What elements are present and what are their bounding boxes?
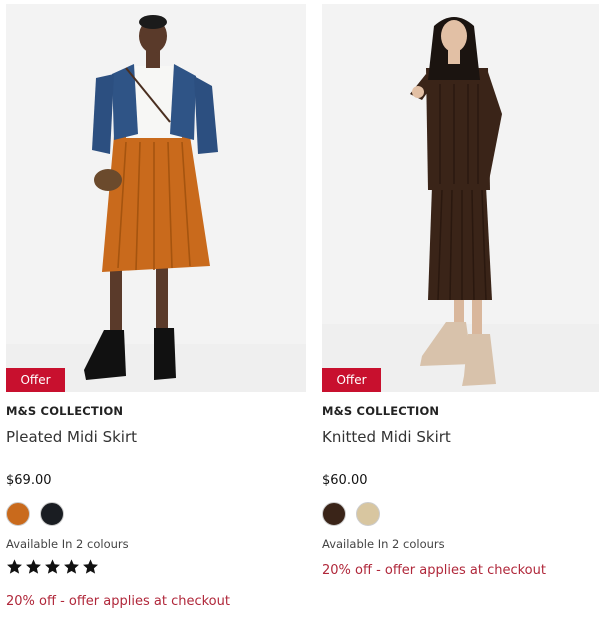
colour-swatch-black[interactable] (40, 502, 64, 526)
rating-stars[interactable] (6, 558, 99, 575)
product-price: $60.00 (322, 473, 368, 488)
product-card[interactable]: Offer M&S COLLECTION Pleated Midi Skirt … (6, 0, 306, 617)
star-icon (26, 559, 41, 574)
offer-badge: Offer (6, 368, 65, 392)
product-card[interactable]: Offer M&S COLLECTION Knitted Midi Skirt … (322, 0, 599, 617)
product-image[interactable] (322, 4, 599, 392)
model-image-knitted-skirt (322, 4, 599, 392)
colour-swatch-brown[interactable] (322, 502, 346, 526)
product-brand: M&S COLLECTION (6, 404, 124, 418)
availability-text: Available In 2 colours (322, 537, 445, 551)
product-price: $69.00 (6, 473, 52, 488)
colour-swatches (322, 502, 380, 526)
product-brand: M&S COLLECTION (322, 404, 440, 418)
star-icon (64, 559, 79, 574)
promo-text: 20% off - offer applies at checkout (322, 563, 546, 578)
model-image-pleated-skirt (6, 4, 306, 392)
colour-swatch-neutral[interactable] (356, 502, 380, 526)
star-icon (83, 559, 98, 574)
product-image[interactable] (6, 4, 306, 392)
promo-text: 20% off - offer applies at checkout (6, 594, 230, 609)
star-icon (7, 559, 22, 574)
colour-swatches (6, 502, 64, 526)
product-name[interactable]: Knitted Midi Skirt (322, 428, 451, 446)
colour-swatch-orange[interactable] (6, 502, 30, 526)
availability-text: Available In 2 colours (6, 537, 129, 551)
offer-badge: Offer (322, 368, 381, 392)
product-name[interactable]: Pleated Midi Skirt (6, 428, 137, 446)
star-icon (45, 559, 60, 574)
